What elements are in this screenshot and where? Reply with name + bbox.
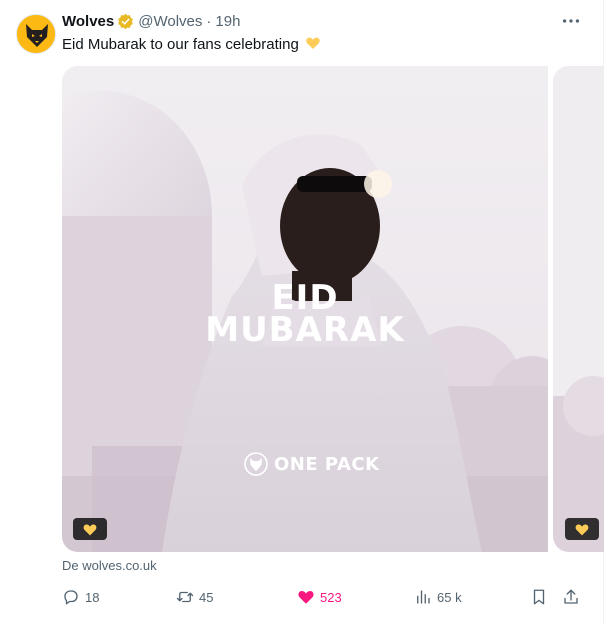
- reply-icon: [64, 590, 78, 605]
- like-button[interactable]: 523: [297, 585, 342, 609]
- author-name[interactable]: Wolves: [62, 13, 114, 30]
- action-bar: 18 45 523 65 k: [62, 585, 592, 609]
- eid-headline-line2: MUBARAK: [205, 310, 405, 350]
- heart-emoji-icon: [306, 37, 320, 49]
- one-pack-brand: ONE PACK: [244, 452, 380, 476]
- tweet-header: Wolves @Wolves · 19h: [62, 11, 240, 31]
- second-photo: [553, 66, 604, 552]
- like-icon: [298, 591, 314, 604]
- one-pack-text: ONE PACK: [274, 453, 380, 475]
- tweet-text-content: Eid Mubarak to our fans celebrating: [62, 36, 299, 53]
- retweet-icon: [176, 591, 194, 603]
- wolves-logo-icon: [17, 15, 55, 53]
- media-badge-2: [565, 518, 599, 540]
- media-image-1[interactable]: EID MUBARAK ONE PACK: [62, 66, 548, 552]
- views-icon: [417, 590, 430, 604]
- retweet-count: 45: [199, 589, 214, 605]
- bookmark-button[interactable]: [530, 585, 553, 609]
- separator-dot: ·: [206, 12, 212, 30]
- bookmark-icon: [533, 589, 545, 605]
- views-button[interactable]: 65 k: [414, 585, 462, 609]
- more-icon[interactable]: [560, 10, 582, 32]
- share-button[interactable]: [562, 585, 585, 609]
- like-count: 523: [320, 589, 342, 605]
- views-count: 65 k: [437, 589, 462, 605]
- verified-badge-icon: [118, 13, 134, 29]
- avatar[interactable]: [16, 14, 56, 54]
- source-link[interactable]: De wolves.co.uk: [62, 558, 157, 573]
- tweet-card[interactable]: Wolves @Wolves · 19h Eid Mubarak to our …: [0, 0, 604, 624]
- tweet-text: Eid Mubarak to our fans celebrating: [62, 35, 321, 55]
- heart-emoji-icon: [83, 524, 97, 536]
- reply-button[interactable]: 18: [62, 585, 99, 609]
- reply-count: 18: [85, 589, 100, 605]
- media-badge: [73, 518, 107, 540]
- media-image-2[interactable]: [553, 66, 604, 552]
- retweet-button[interactable]: 45: [176, 585, 213, 609]
- heart-emoji-icon: [575, 524, 589, 536]
- tweet-time[interactable]: 19h: [215, 13, 240, 30]
- author-handle[interactable]: @Wolves: [138, 13, 202, 30]
- share-icon: [564, 589, 578, 604]
- wolf-head-icon: [244, 452, 268, 476]
